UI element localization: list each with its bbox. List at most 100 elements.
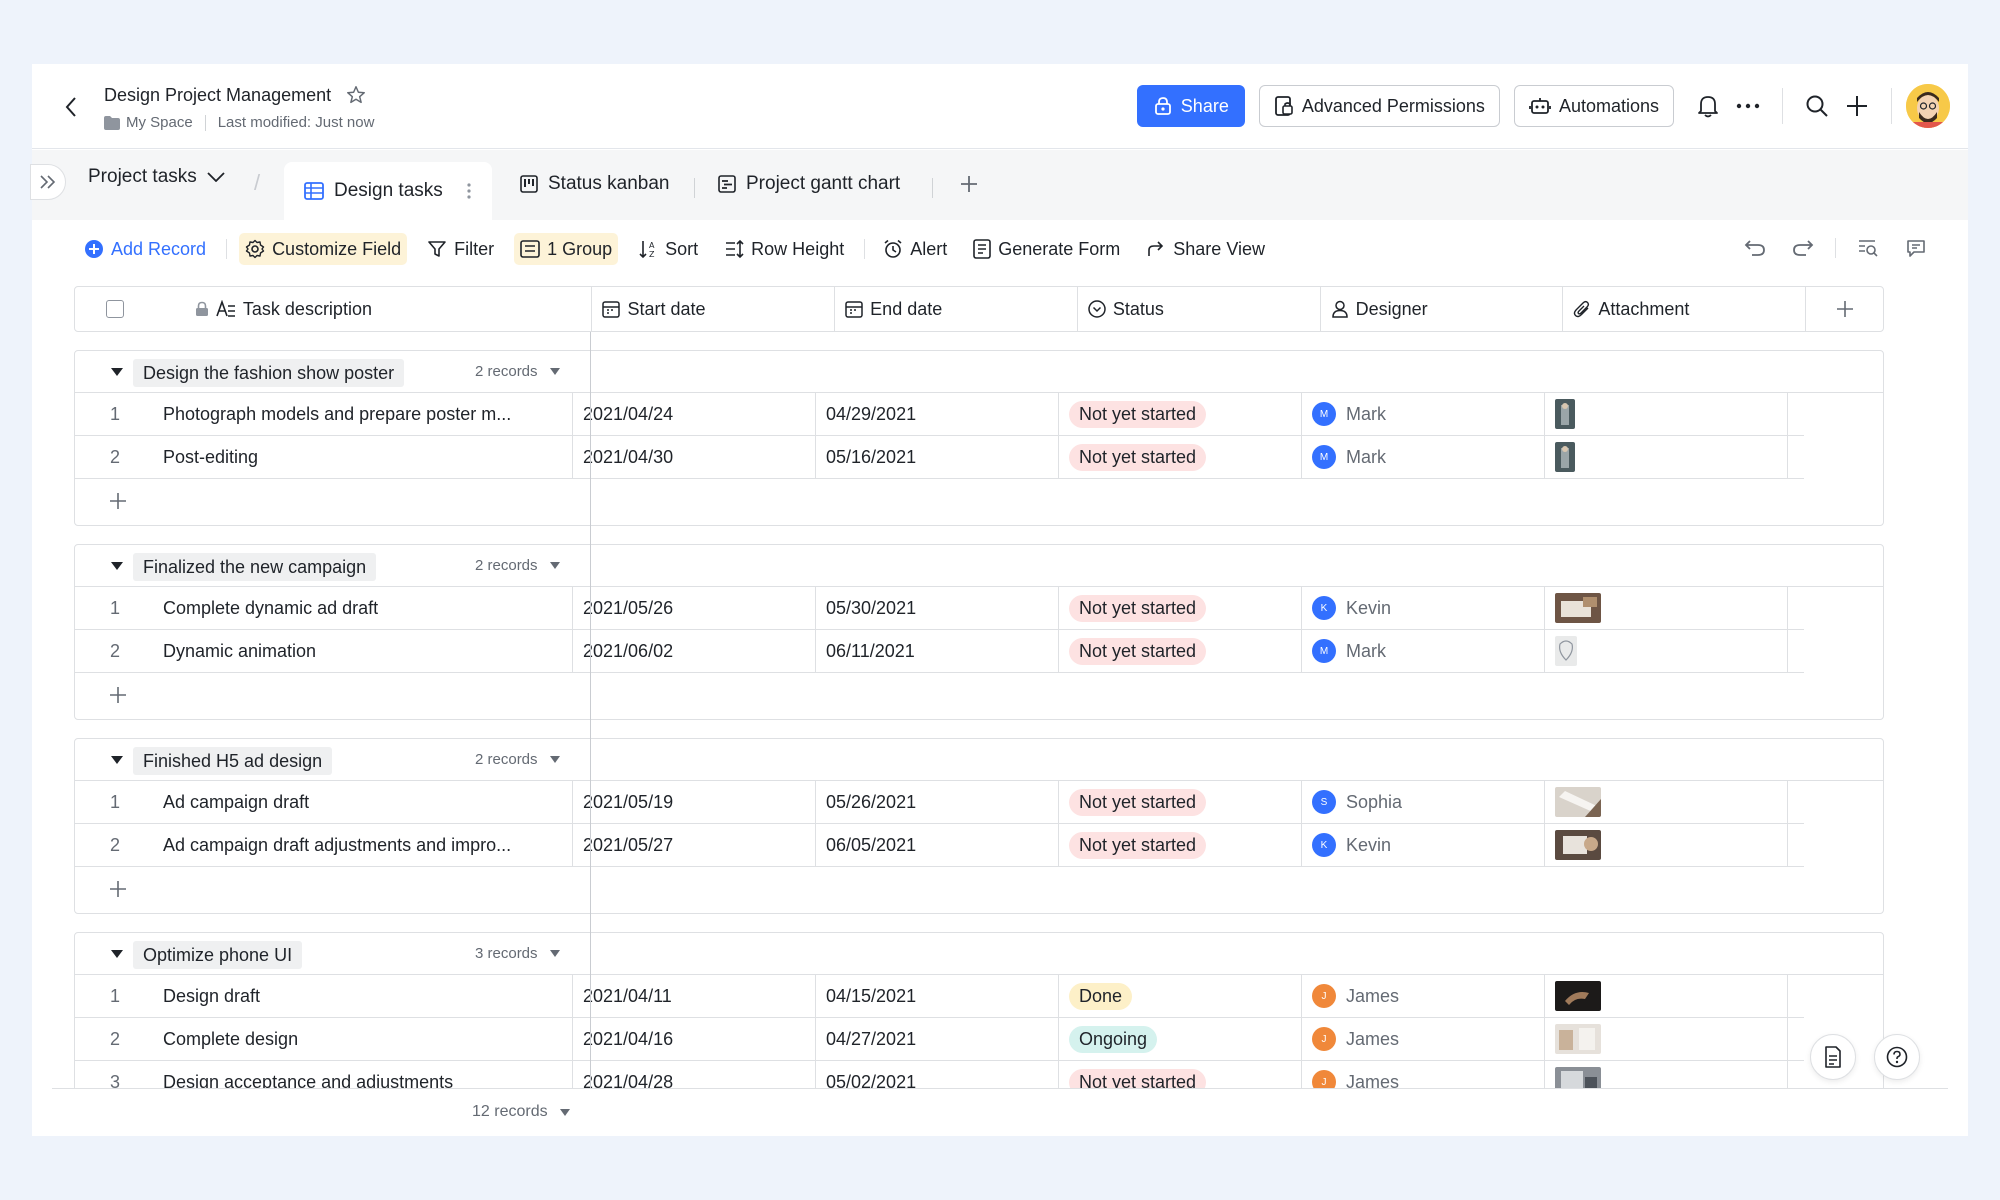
designer-cell[interactable]: J James bbox=[1302, 1061, 1545, 1088]
group-count[interactable]: 2 records bbox=[475, 751, 560, 768]
group-count[interactable]: 3 records bbox=[475, 945, 560, 962]
designer-cell[interactable]: K Kevin bbox=[1302, 587, 1545, 629]
attachment-thumbnail-icon[interactable] bbox=[1555, 981, 1601, 1011]
attachment-cell[interactable] bbox=[1545, 781, 1788, 823]
location-link[interactable]: My Space bbox=[126, 114, 193, 131]
table-row[interactable]: 1 Photograph models and prepare poster m… bbox=[75, 393, 1804, 436]
designer-cell[interactable]: M Mark bbox=[1302, 393, 1545, 435]
status-cell[interactable]: Not yet started bbox=[1059, 824, 1302, 866]
task-description-cell[interactable]: Post-editing bbox=[155, 436, 573, 478]
collapse-caret-icon[interactable] bbox=[111, 562, 123, 570]
end-date-cell[interactable]: 05/26/2021 bbox=[816, 781, 1059, 823]
attachment-cell[interactable] bbox=[1545, 393, 1788, 435]
start-date-cell[interactable]: 2021/04/16 bbox=[573, 1018, 816, 1060]
start-date-cell[interactable]: 2021/04/30 bbox=[573, 436, 816, 478]
table-row[interactable]: 2 Post-editing 2021/04/30 05/16/2021 Not… bbox=[75, 436, 1804, 479]
column-header-start-date[interactable]: Start date bbox=[592, 287, 836, 331]
tab-project-gantt-chart[interactable]: Project gantt chart bbox=[718, 166, 900, 202]
document-panel-button[interactable] bbox=[1810, 1034, 1856, 1080]
table-row[interactable]: 1 Design draft 2021/04/11 04/15/2021 Don… bbox=[75, 975, 1804, 1018]
attachment-cell[interactable] bbox=[1545, 1061, 1788, 1088]
create-button[interactable] bbox=[1837, 86, 1877, 126]
status-cell[interactable]: Not yet started bbox=[1059, 393, 1302, 435]
task-description-cell[interactable]: Design acceptance and adjustments bbox=[155, 1061, 573, 1088]
back-button[interactable] bbox=[56, 92, 86, 122]
group-header[interactable]: Design the fashion show poster 2 records bbox=[75, 351, 1883, 393]
column-header-designer[interactable]: Designer bbox=[1321, 287, 1564, 331]
add-row-button[interactable] bbox=[75, 867, 1883, 910]
search-button[interactable] bbox=[1797, 86, 1837, 126]
end-date-cell[interactable]: 04/27/2021 bbox=[816, 1018, 1059, 1060]
add-row-button[interactable] bbox=[75, 673, 1883, 716]
attachment-thumbnail-icon[interactable] bbox=[1555, 787, 1601, 817]
designer-cell[interactable]: S Sophia bbox=[1302, 781, 1545, 823]
status-cell[interactable]: Done bbox=[1059, 975, 1302, 1017]
group-count[interactable]: 2 records bbox=[475, 363, 560, 380]
status-cell[interactable]: Not yet started bbox=[1059, 630, 1302, 672]
customize-field-button[interactable]: Customize Field bbox=[239, 233, 408, 265]
group-button[interactable]: 1 Group bbox=[514, 233, 619, 265]
select-all-checkbox[interactable] bbox=[105, 300, 124, 318]
automations-button[interactable]: Automations bbox=[1513, 85, 1674, 127]
add-column-button[interactable] bbox=[1806, 287, 1883, 331]
task-description-cell[interactable]: Ad campaign draft bbox=[155, 781, 573, 823]
attachment-cell[interactable] bbox=[1545, 436, 1788, 478]
end-date-cell[interactable]: 04/15/2021 bbox=[816, 975, 1059, 1017]
start-date-cell[interactable]: 2021/04/28 bbox=[573, 1061, 816, 1088]
end-date-cell[interactable]: 06/11/2021 bbox=[816, 630, 1059, 672]
task-description-cell[interactable]: Dynamic animation bbox=[155, 630, 573, 672]
sort-button[interactable]: AZ Sort bbox=[632, 233, 704, 265]
status-cell[interactable]: Not yet started bbox=[1059, 436, 1302, 478]
advanced-permissions-button[interactable]: Advanced Permissions bbox=[1258, 85, 1500, 127]
designer-cell[interactable]: K Kevin bbox=[1302, 824, 1545, 866]
column-header-status[interactable]: Status bbox=[1078, 287, 1321, 331]
attachment-thumbnail-icon[interactable] bbox=[1555, 1067, 1601, 1088]
table-row[interactable]: 2 Complete design 2021/04/16 04/27/2021 … bbox=[75, 1018, 1804, 1061]
attachment-thumbnail-icon[interactable] bbox=[1555, 442, 1575, 472]
attachment-cell[interactable] bbox=[1545, 824, 1788, 866]
start-date-cell[interactable]: 2021/06/02 bbox=[573, 630, 816, 672]
designer-cell[interactable]: M Mark bbox=[1302, 630, 1545, 672]
column-header-task-description[interactable]: Task description bbox=[155, 287, 593, 331]
column-header-attachment[interactable]: Attachment bbox=[1563, 287, 1807, 331]
attachment-cell[interactable] bbox=[1545, 975, 1788, 1017]
end-date-cell[interactable]: 05/02/2021 bbox=[816, 1061, 1059, 1088]
add-view-button[interactable] bbox=[960, 166, 978, 202]
undo-button[interactable] bbox=[1739, 232, 1771, 264]
status-cell[interactable]: Not yet started bbox=[1059, 781, 1302, 823]
attachment-thumbnail-icon[interactable] bbox=[1555, 830, 1601, 860]
start-date-cell[interactable]: 2021/05/19 bbox=[573, 781, 816, 823]
status-cell[interactable]: Not yet started bbox=[1059, 587, 1302, 629]
designer-cell[interactable]: M Mark bbox=[1302, 436, 1545, 478]
total-records[interactable]: 12 records bbox=[472, 1103, 570, 1121]
notifications-button[interactable] bbox=[1688, 86, 1728, 126]
task-description-cell[interactable]: Complete dynamic ad draft bbox=[155, 587, 573, 629]
star-icon[interactable] bbox=[345, 84, 367, 106]
table-row[interactable]: 1 Ad campaign draft 2021/05/19 05/26/202… bbox=[75, 781, 1804, 824]
attachment-cell[interactable] bbox=[1545, 587, 1788, 629]
collapse-caret-icon[interactable] bbox=[111, 950, 123, 958]
filter-button[interactable]: Filter bbox=[421, 233, 500, 265]
table-row[interactable]: 2 Ad campaign draft adjustments and impr… bbox=[75, 824, 1804, 867]
group-header[interactable]: Finished H5 ad design 2 records bbox=[75, 739, 1883, 781]
column-header-end-date[interactable]: End date bbox=[835, 287, 1078, 331]
task-description-cell[interactable]: Ad campaign draft adjustments and impro.… bbox=[155, 824, 573, 866]
row-height-button[interactable]: Row Height bbox=[718, 233, 850, 265]
attachment-thumbnail-icon[interactable] bbox=[1555, 399, 1575, 429]
redo-button[interactable] bbox=[1787, 232, 1819, 264]
alert-button[interactable]: Alert bbox=[877, 233, 953, 265]
user-avatar[interactable] bbox=[1906, 84, 1950, 128]
frozen-column-divider[interactable] bbox=[590, 332, 591, 1088]
group-header[interactable]: Finalized the new campaign 2 records bbox=[75, 545, 1883, 587]
help-button[interactable] bbox=[1874, 1034, 1920, 1080]
collapse-caret-icon[interactable] bbox=[111, 756, 123, 764]
collapse-caret-icon[interactable] bbox=[111, 368, 123, 376]
comments-button[interactable] bbox=[1900, 232, 1932, 264]
group-count[interactable]: 2 records bbox=[475, 557, 560, 574]
table-row[interactable]: 3 Design acceptance and adjustments 2021… bbox=[75, 1061, 1804, 1088]
tab-design-tasks[interactable]: Design tasks bbox=[284, 162, 492, 220]
status-cell[interactable]: Ongoing bbox=[1059, 1018, 1302, 1060]
end-date-cell[interactable]: 05/30/2021 bbox=[816, 587, 1059, 629]
table-row[interactable]: 2 Dynamic animation 2021/06/02 06/11/202… bbox=[75, 630, 1804, 673]
attachment-thumbnail-icon[interactable] bbox=[1555, 1024, 1601, 1054]
